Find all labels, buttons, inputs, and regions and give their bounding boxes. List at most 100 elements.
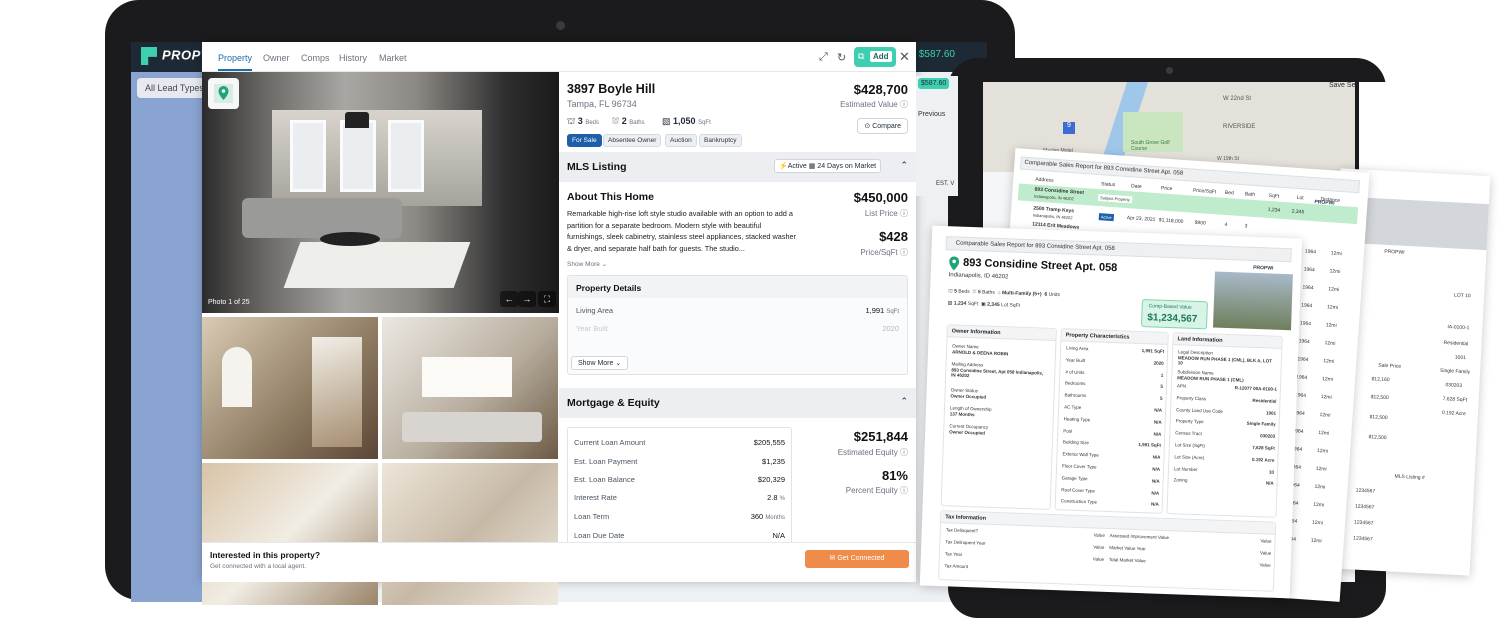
details-show-more-button[interactable]: Show More ⌄ (571, 356, 629, 370)
lot-icon: ▣ (980, 301, 986, 308)
mls-section-header[interactable]: MLS Listing ⚡Active ▦ 24 Days on Market … (559, 152, 916, 182)
save-search-label[interactable]: Save Se (1329, 82, 1355, 89)
row-value: 12mi (1316, 447, 1329, 455)
tab-market[interactable]: Market (379, 53, 407, 63)
map-view-button[interactable] (208, 78, 239, 109)
report-value: IA-0100-1 (1447, 324, 1470, 332)
photo-window (340, 120, 376, 192)
lead-type-filter[interactable]: All Lead Types (137, 78, 212, 98)
row-value: 3 (1244, 223, 1248, 230)
refresh-icon[interactable]: ↻ (837, 51, 846, 64)
map-marker[interactable]: 9 (1063, 122, 1075, 134)
field-value: 137 Months (949, 411, 975, 418)
mortgage-section-header[interactable]: Mortgage & Equity ⌃ (559, 388, 916, 418)
detail-value: 1,991 SqFt (865, 306, 899, 315)
fullscreen-icon[interactable]: ⛶ (538, 291, 556, 307)
report-value: 1234567 (1354, 503, 1375, 511)
land-card: Land Information Legal Description MEADOW… (1166, 332, 1283, 518)
tax-value: Value (1093, 544, 1105, 550)
tax-value: Value (1260, 538, 1272, 544)
percent-equity: 81% (881, 468, 908, 483)
row-value: 12mi (1311, 519, 1324, 527)
previous-button[interactable]: Previous (918, 111, 945, 118)
photo-window (290, 120, 326, 192)
est-value-label: EST. V (936, 181, 955, 187)
field-label: Floor Cover Type (1062, 463, 1097, 470)
characteristics-card: Property Characteristics Living Area 1,99… (1054, 328, 1169, 514)
thumb-window (222, 347, 252, 407)
row-value: 1964 (1303, 266, 1315, 274)
row-status: Active (1098, 213, 1114, 222)
details-panel: 3897 Boyle Hill Tampa, FL 96734 ⛫ 3 Beds… (559, 72, 916, 542)
prev-photo-button[interactable]: ← (500, 291, 518, 307)
map-label: RIVERSIDE (1223, 124, 1256, 130)
main-photo[interactable]: Photo 1 of 25 ← → ⛶ (202, 72, 559, 313)
chevron-up-icon[interactable]: ⌃ (900, 160, 908, 171)
field-label: APN (1176, 383, 1187, 389)
background-map[interactable] (131, 72, 211, 602)
row-value: 2,345 (1291, 208, 1305, 216)
bolt-icon: ⚡ (779, 163, 788, 170)
photo-sofa (242, 198, 402, 238)
photo-thumbnail[interactable] (382, 463, 558, 605)
balance-chip[interactable]: $587.60 (918, 78, 950, 89)
row-value: 12mi (1320, 394, 1332, 401)
report-value: LOT 10 (1453, 292, 1471, 300)
thumb-stairs (312, 337, 362, 447)
tag-absentee-owner: Absentee Owner (603, 134, 662, 147)
photo-thumbnail[interactable] (382, 317, 558, 459)
get-connected-button[interactable]: ✉ Get Connected (805, 550, 909, 568)
photo-thumbnail[interactable] (202, 463, 378, 605)
report-value: 1001 (1454, 354, 1467, 362)
location-pin-icon (949, 256, 960, 271)
map-pin-icon (214, 84, 233, 103)
next-photo-button[interactable]: → (518, 291, 536, 307)
bath-icon: ⛆ (972, 289, 977, 296)
tax-value: Value (1259, 550, 1272, 556)
col-header: Address (1035, 176, 1054, 184)
tax-label: Tax Year (944, 551, 963, 557)
tab-history[interactable]: History (339, 53, 367, 63)
field-value: 5 (1160, 384, 1164, 390)
mortgage-title: Mortgage & Equity (567, 397, 660, 409)
field-value: 030203 (1260, 433, 1276, 439)
logo-icon (141, 47, 157, 65)
detail-label: Living Area (576, 306, 614, 315)
property-city: Tampa, FL 96734 (567, 99, 637, 109)
map-label: South Grove Golf Course (1131, 140, 1170, 152)
tab-owner[interactable]: Owner (263, 53, 290, 63)
row-value: 12mi (1315, 465, 1327, 473)
field-label: Owner Name (952, 343, 979, 350)
row-value: 4 (1224, 221, 1228, 229)
photo-thumbnail[interactable] (202, 317, 378, 459)
close-icon[interactable]: ✕ (899, 49, 910, 65)
field-label: Owner Status (950, 387, 979, 394)
row-value: 1964 (1295, 374, 1308, 382)
field-label: Roof Cover Type (1061, 486, 1096, 494)
comp-value: $1,234,567 (1147, 312, 1198, 325)
row-value: 12mi (1313, 501, 1325, 509)
tab-comps[interactable]: Comps (301, 53, 330, 63)
field-label: Lot Size (SqFt) (1174, 442, 1205, 449)
tablet-camera (1166, 67, 1173, 74)
row-value: 12mi (1321, 376, 1334, 383)
compare-button[interactable]: ⊙ Compare (857, 118, 908, 134)
bed-icon: ⛫ (948, 288, 953, 295)
row-value: $900 (1194, 219, 1206, 227)
tax-label: Tax Amount (944, 563, 969, 570)
row-value: 1964 (1297, 356, 1309, 364)
expand-icon[interactable]: ⤢ (819, 51, 828, 64)
field-value: 1001 (1265, 410, 1277, 416)
field-label: AC Type (1064, 404, 1082, 410)
tab-property[interactable]: Property (218, 53, 253, 71)
chevron-up-icon[interactable]: ⌃ (900, 396, 908, 407)
mortgage-value: N/A (772, 531, 785, 540)
report-label: MLS Listing # (1394, 473, 1425, 482)
property-address: 3897 Boyle Hill (567, 82, 656, 96)
col-header: Price/SqFt (1192, 187, 1217, 196)
show-more-link[interactable]: Show More ⌄ (567, 260, 607, 268)
map-label: W 22nd St (1223, 96, 1252, 102)
sqft-stat: ▧ 1,050 SqFt (662, 116, 711, 126)
copy-icon: ⧉ (858, 51, 865, 61)
report-value: $12,500 (1370, 394, 1389, 402)
